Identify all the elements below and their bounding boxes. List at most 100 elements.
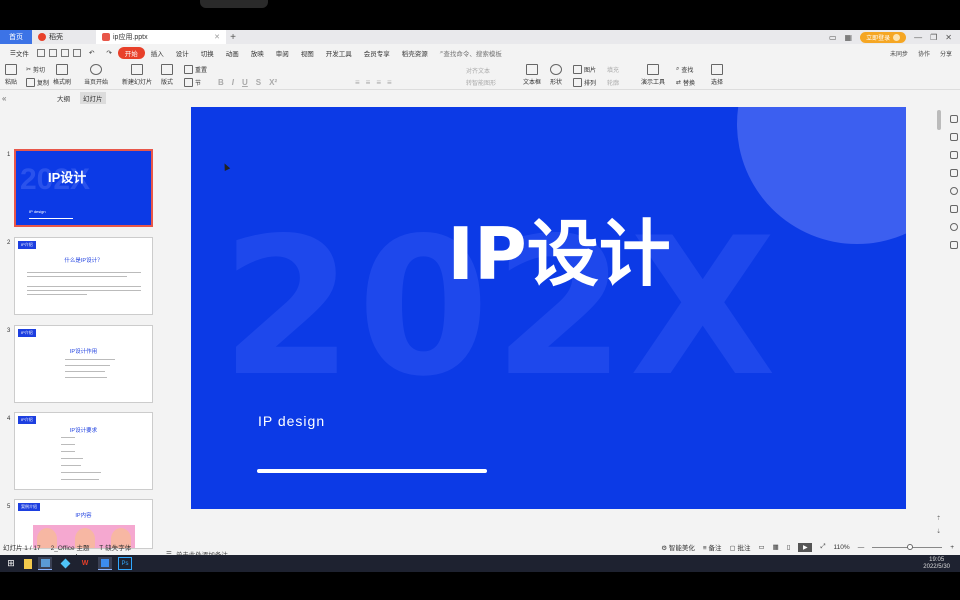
photoshop-icon[interactable]: Ps bbox=[118, 557, 132, 570]
normal-view-icon[interactable]: ▭ bbox=[758, 543, 764, 551]
copy-pane-icon[interactable] bbox=[950, 169, 958, 177]
select-button[interactable]: 选择 bbox=[711, 64, 723, 86]
feishu-icon[interactable] bbox=[98, 557, 112, 570]
tab-templates[interactable]: 稻壳 bbox=[32, 30, 96, 44]
slide-underline-bar[interactable] bbox=[257, 469, 487, 473]
present-tools-button[interactable]: 演示工具 bbox=[641, 64, 665, 86]
layout-icon[interactable]: ▭ bbox=[829, 33, 837, 42]
share-button[interactable]: 分享 bbox=[940, 49, 952, 58]
tab-slides[interactable]: 幻灯片 bbox=[80, 92, 106, 104]
align-center-icon[interactable]: ≡ bbox=[366, 78, 371, 87]
location-icon[interactable] bbox=[950, 223, 958, 231]
paste-button[interactable]: 粘贴 bbox=[5, 64, 17, 86]
menu-member[interactable]: 会员专享 bbox=[358, 47, 396, 59]
menu-design[interactable]: 设计 bbox=[170, 47, 195, 59]
text-box-button[interactable]: 文本框 bbox=[523, 64, 541, 86]
play-slideshow-button[interactable]: ▶ bbox=[798, 542, 813, 552]
shape-button[interactable]: 形状 bbox=[550, 64, 562, 86]
slide-thumbnail-3[interactable]: IP介绍 IP设计作用 bbox=[14, 325, 153, 403]
tab-home[interactable]: 首页 bbox=[0, 30, 32, 44]
property-icon[interactable] bbox=[950, 115, 958, 123]
collapse-panel-icon[interactable]: « bbox=[2, 94, 6, 103]
export-icon[interactable] bbox=[72, 49, 81, 57]
align-left-icon[interactable]: ≡ bbox=[355, 78, 360, 87]
menu-docer-resources[interactable]: 稻壳资源 bbox=[396, 47, 434, 59]
preview-icon[interactable] bbox=[60, 49, 69, 57]
photos-icon[interactable] bbox=[38, 557, 52, 570]
arrange-button[interactable]: 排列 bbox=[573, 78, 596, 87]
smart-art-button[interactable]: 转智能图形 bbox=[466, 78, 496, 87]
strike-icon[interactable]: S bbox=[256, 78, 261, 87]
cut-button[interactable]: ✂ 剪切 bbox=[26, 65, 45, 74]
help-icon[interactable] bbox=[950, 187, 958, 195]
collaborate-button[interactable]: 协作 bbox=[918, 49, 930, 58]
bold-icon[interactable]: B bbox=[218, 78, 224, 87]
minimize-icon[interactable]: — bbox=[914, 33, 922, 42]
reset-button[interactable]: 重置 bbox=[184, 65, 207, 74]
file-explorer-icon[interactable] bbox=[24, 558, 32, 569]
notes-toggle-button[interactable]: ≡ 备注 bbox=[703, 542, 722, 552]
new-slide-button[interactable]: 新建幻灯片 bbox=[122, 64, 152, 86]
layout-button[interactable]: 版式 bbox=[161, 64, 173, 86]
scroll-up-icon[interactable]: ⇡ bbox=[936, 515, 941, 522]
slide-thumbnail-2[interactable]: IP介绍 什么是IP设计？ bbox=[14, 237, 153, 315]
export-pane-icon[interactable] bbox=[950, 205, 958, 213]
smart-beautify-button[interactable]: ⚙ 智能美化 bbox=[661, 542, 695, 552]
current-slide[interactable]: 202X IP设计 IP design bbox=[191, 107, 906, 509]
close-window-icon[interactable]: ✕ bbox=[945, 33, 952, 42]
menu-view[interactable]: 视图 bbox=[295, 47, 320, 59]
save-icon[interactable] bbox=[36, 49, 45, 57]
apps-icon[interactable]: ▦ bbox=[845, 33, 853, 42]
zoom-slider[interactable] bbox=[872, 543, 943, 550]
cube-icon[interactable] bbox=[950, 241, 958, 249]
menu-start[interactable]: 开始 bbox=[117, 47, 145, 59]
app-diamond-icon[interactable] bbox=[58, 557, 72, 570]
replace-button[interactable]: ⇄ 替换 bbox=[676, 78, 695, 87]
wps-icon[interactable]: W bbox=[78, 557, 92, 570]
text-direction-button[interactable]: 对齐文本 bbox=[466, 66, 490, 75]
system-clock[interactable]: 19:05 2022/5/30 bbox=[923, 557, 960, 571]
fit-window-icon[interactable]: ⤢ bbox=[820, 543, 825, 551]
superscript-icon[interactable]: X² bbox=[269, 78, 277, 87]
fill-button[interactable]: 填充 bbox=[607, 65, 619, 74]
redo-icon[interactable]: ↷ bbox=[100, 47, 117, 59]
print-icon[interactable] bbox=[48, 49, 57, 57]
menu-developer[interactable]: 开发工具 bbox=[320, 47, 358, 59]
italic-icon[interactable]: I bbox=[232, 78, 234, 87]
slide-thumbnail-4[interactable]: IP介绍 IP设计要求 bbox=[14, 412, 153, 490]
align-group[interactable]: ≡ ≡ ≡ ≡ bbox=[355, 78, 392, 87]
font-style-group[interactable]: B I U S X² bbox=[218, 78, 277, 87]
windows-start-icon[interactable]: ⊞ bbox=[4, 557, 18, 570]
slide-subtitle[interactable]: IP design bbox=[258, 413, 325, 429]
outline-button[interactable]: 轮廓 bbox=[607, 78, 619, 87]
new-tab-button[interactable]: + bbox=[226, 32, 240, 43]
login-button[interactable]: 立即登录 bbox=[860, 31, 907, 43]
image-button[interactable]: 图片 bbox=[573, 65, 596, 74]
animation-pane-icon[interactable] bbox=[950, 133, 958, 141]
vertical-scrollbar[interactable] bbox=[937, 110, 941, 130]
menu-transition[interactable]: 切换 bbox=[195, 47, 220, 59]
slide-title[interactable]: IP设计 bbox=[359, 195, 759, 300]
style-icon[interactable] bbox=[950, 151, 958, 159]
sync-status[interactable]: 未同步 bbox=[890, 49, 908, 58]
align-right-icon[interactable]: ≡ bbox=[376, 78, 381, 87]
menu-slideshow[interactable]: 放映 bbox=[245, 47, 270, 59]
command-search[interactable]: ⌕ 查找命令、搜索模板 bbox=[434, 47, 508, 59]
justify-icon[interactable]: ≡ bbox=[387, 78, 392, 87]
sorter-view-icon[interactable]: ▦ bbox=[773, 543, 779, 551]
tab-outline[interactable]: 大纲 bbox=[57, 93, 70, 103]
comments-button[interactable]: ▢ 批注 bbox=[730, 542, 751, 552]
restore-icon[interactable]: ❐ bbox=[930, 33, 937, 42]
copy-button[interactable]: 复制 bbox=[26, 78, 49, 87]
slide-thumbnail-1[interactable]: 202X IP设计 IP design bbox=[14, 149, 153, 227]
section-button[interactable]: 节 bbox=[184, 78, 201, 87]
underline-icon[interactable]: U bbox=[242, 78, 248, 87]
from-start-button[interactable]: 当页开始 bbox=[84, 64, 108, 86]
zoom-slider-knob[interactable] bbox=[907, 543, 914, 550]
find-button[interactable]: ⌕ 查找 bbox=[676, 65, 693, 74]
slide-editor-canvas[interactable]: 202X IP设计 IP design bbox=[160, 90, 935, 548]
format-painter-button[interactable]: 格式刷 bbox=[53, 64, 71, 86]
undo-icon[interactable]: ↶ bbox=[83, 47, 100, 59]
file-menu[interactable]: ☰ 文件 bbox=[4, 47, 35, 59]
missing-font-button[interactable]: Ꭲ 缺失字体 bbox=[99, 542, 131, 553]
